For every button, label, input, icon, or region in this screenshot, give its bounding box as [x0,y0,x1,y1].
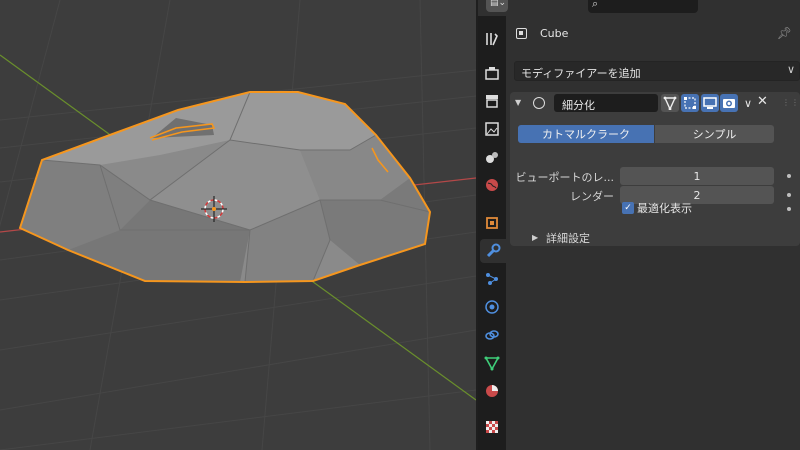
search-input[interactable]: ⌕ [588,0,698,13]
output-icon [486,95,498,108]
remove-modifier-close-icon[interactable]: ✕ [757,94,768,109]
advanced-expand-icon[interactable]: ▶ [532,233,538,242]
search-icon: ⌕ [592,0,599,10]
properties-tab-bar [478,16,506,450]
3d-viewport[interactable] [0,0,476,450]
monitor-icon [703,97,717,109]
render-icon [485,67,499,80]
add-modifier-dropdown[interactable]: モディファイアーを追加 ∨ [514,61,800,81]
tab-particles[interactable] [480,267,504,291]
tab-render[interactable] [480,61,504,85]
modifier-properties: Cube 📌︎ モディファイアーを追加 ∨ ▼ 細分化 ∨ ✕ ⋮⋮ カトマルク… [506,16,800,450]
tab-object[interactable] [480,211,504,235]
tab-output[interactable] [480,89,504,113]
physics-icon [485,300,499,314]
chevron-down-icon: ∨ [743,96,753,110]
cube-mesh[interactable] [18,91,432,284]
scene-icon [486,152,498,163]
viewport-display-toggle[interactable] [701,94,719,112]
object-icon [516,28,527,39]
tab-tool[interactable] [480,27,504,51]
keyframe-dot-icon[interactable] [787,193,791,197]
texture-icon [486,421,498,433]
modifier-name-value: 細分化 [562,99,595,112]
view-layer-icon [485,122,499,136]
keyframe-dot-icon[interactable] [787,207,791,211]
particles-icon [486,273,498,285]
tab-material[interactable] [480,379,504,403]
material-icon [486,385,498,397]
panel-collapse-icon[interactable]: ▼ [515,98,521,107]
modifier-name-field[interactable]: 細分化 [554,94,658,112]
tool-icon [486,33,498,46]
camera-icon [723,99,735,108]
optimal-display-label: 最適化表示 [637,202,692,215]
simple-option[interactable]: シンプル [655,125,774,143]
viewport-canvas[interactable] [0,0,476,450]
catmull-clark-option[interactable]: カトマルクラーク [518,125,654,143]
tab-data[interactable] [480,351,504,375]
tab-physics[interactable] [480,295,504,319]
editor-type-button[interactable]: ▤⌄ [486,0,508,12]
tab-constraints[interactable] [480,323,504,347]
properties-editor-icon: ▤⌄ [490,0,507,8]
viewport-levels-field[interactable]: 1 [620,167,774,185]
constraints-icon [485,330,499,340]
pin-icon[interactable]: 📌︎ [777,26,792,40]
properties-editor: ▤⌄ ⌕ Cube 📌︎ モディファイアーを追加 ∨ ▼ 細分化 ∨ ✕ ⋮⋮ … [478,0,800,450]
edit-mode-icon [663,96,677,110]
drag-handle-icon[interactable]: ⋮⋮⋮ [782,98,800,107]
subdivision-modifier-panel: ▼ 細分化 ∨ ✕ ⋮⋮⋮ カトマルクラーク シンプル [510,92,800,246]
keyframe-dot-icon[interactable] [787,174,791,178]
object-icon [486,217,498,229]
wrench-icon [486,243,501,258]
tab-scene[interactable] [480,145,504,169]
tab-modifiers[interactable] [480,239,506,263]
tab-texture[interactable] [480,415,504,439]
subdivision-surface-icon [533,97,545,109]
modifier-extras-dropdown[interactable]: ∨ [739,94,757,112]
edit-mode-toggle[interactable] [661,94,679,112]
properties-header: ▤⌄ ⌕ [478,0,800,16]
on-cage-icon [684,97,696,109]
object-name: Cube [540,27,569,40]
optimal-display-checkbox[interactable]: ✓ [622,202,634,214]
advanced-subpanel-label[interactable]: 詳細設定 [546,230,590,246]
render-levels-label: レンダー [570,190,614,203]
tab-view-layer[interactable] [480,117,504,141]
chevron-down-icon: ∨ [786,63,795,76]
render-toggle[interactable] [720,94,738,112]
add-modifier-label: モディファイアーを追加 [521,67,641,80]
world-icon [486,179,498,191]
mesh-data-icon [484,356,500,371]
tab-world[interactable] [480,173,504,197]
viewport-levels-label: ビューポートのレ... [515,171,615,184]
on-cage-toggle[interactable] [681,94,699,112]
